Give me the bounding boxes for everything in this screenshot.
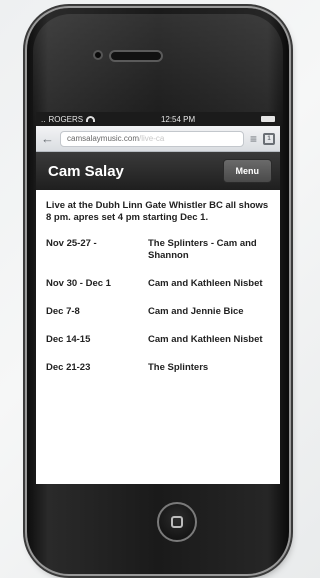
show-date: Nov 25-27 - [46, 238, 97, 249]
phone-screen: .. ROGERS 12:54 PM ← camsalaymusic.com/l… [36, 112, 280, 484]
address-bar[interactable]: camsalaymusic.com/live-ca [60, 130, 244, 147]
wifi-icon [86, 116, 96, 122]
front-camera [93, 50, 103, 60]
show-performers: The Splinters - Cam and Shannon [148, 238, 257, 261]
status-left: .. ROGERS [41, 114, 96, 124]
show-date: Dec 21-23 [46, 362, 91, 373]
home-square-icon [171, 516, 183, 528]
back-arrow-icon[interactable]: ← [41, 132, 54, 145]
earpiece-speaker [109, 50, 163, 62]
show-row: Nov 30 - Dec 1 Cam and Kathleen Nisbet [46, 278, 270, 290]
site-header: Cam Salay Menu [36, 152, 280, 190]
show-row: Dec 14-15 Cam and Kathleen Nisbet [46, 334, 270, 346]
intro-text: Live at the Dubh Linn Gate Whistler BC a… [46, 200, 269, 223]
show-row: Dec 21-23 The Splinters [46, 362, 270, 374]
menu-button[interactable]: Menu [222, 159, 272, 183]
home-button[interactable] [157, 502, 197, 542]
browser-toolbar: ← camsalaymusic.com/live-ca ≡ 1 [36, 126, 280, 152]
tabs-icon[interactable]: 1 [263, 132, 275, 145]
url-faded: /live-ca [139, 134, 165, 143]
url-main: camsalaymusic.com [67, 134, 140, 143]
status-bar: .. ROGERS 12:54 PM [36, 112, 280, 126]
status-time: 12:54 PM [160, 114, 196, 124]
show-row: Dec 7-8 Cam and Jennie Bice [46, 306, 270, 318]
show-date: Dec 14-15 [46, 334, 91, 345]
page-content: Live at the Dubh Linn Gate Whistler BC a… [36, 190, 280, 398]
show-date: Nov 30 - Dec 1 [46, 278, 111, 289]
carrier-name: ROGERS [48, 114, 84, 124]
show-performers: Cam and Jennie Bice [148, 306, 244, 317]
show-performers: Cam and Kathleen Nisbet [148, 334, 263, 345]
browser-menu-icon[interactable]: ≡ [250, 132, 257, 146]
show-row: Nov 25-27 - The Splinters - Cam and Shan… [46, 238, 270, 262]
site-title[interactable]: Cam Salay [48, 163, 124, 180]
signal-dots-icon: .. [41, 114, 46, 124]
battery-icon [261, 116, 275, 122]
show-performers: The Splinters [148, 362, 209, 373]
show-date: Dec 7-8 [46, 306, 80, 317]
show-performers: Cam and Kathleen Nisbet [148, 278, 263, 289]
